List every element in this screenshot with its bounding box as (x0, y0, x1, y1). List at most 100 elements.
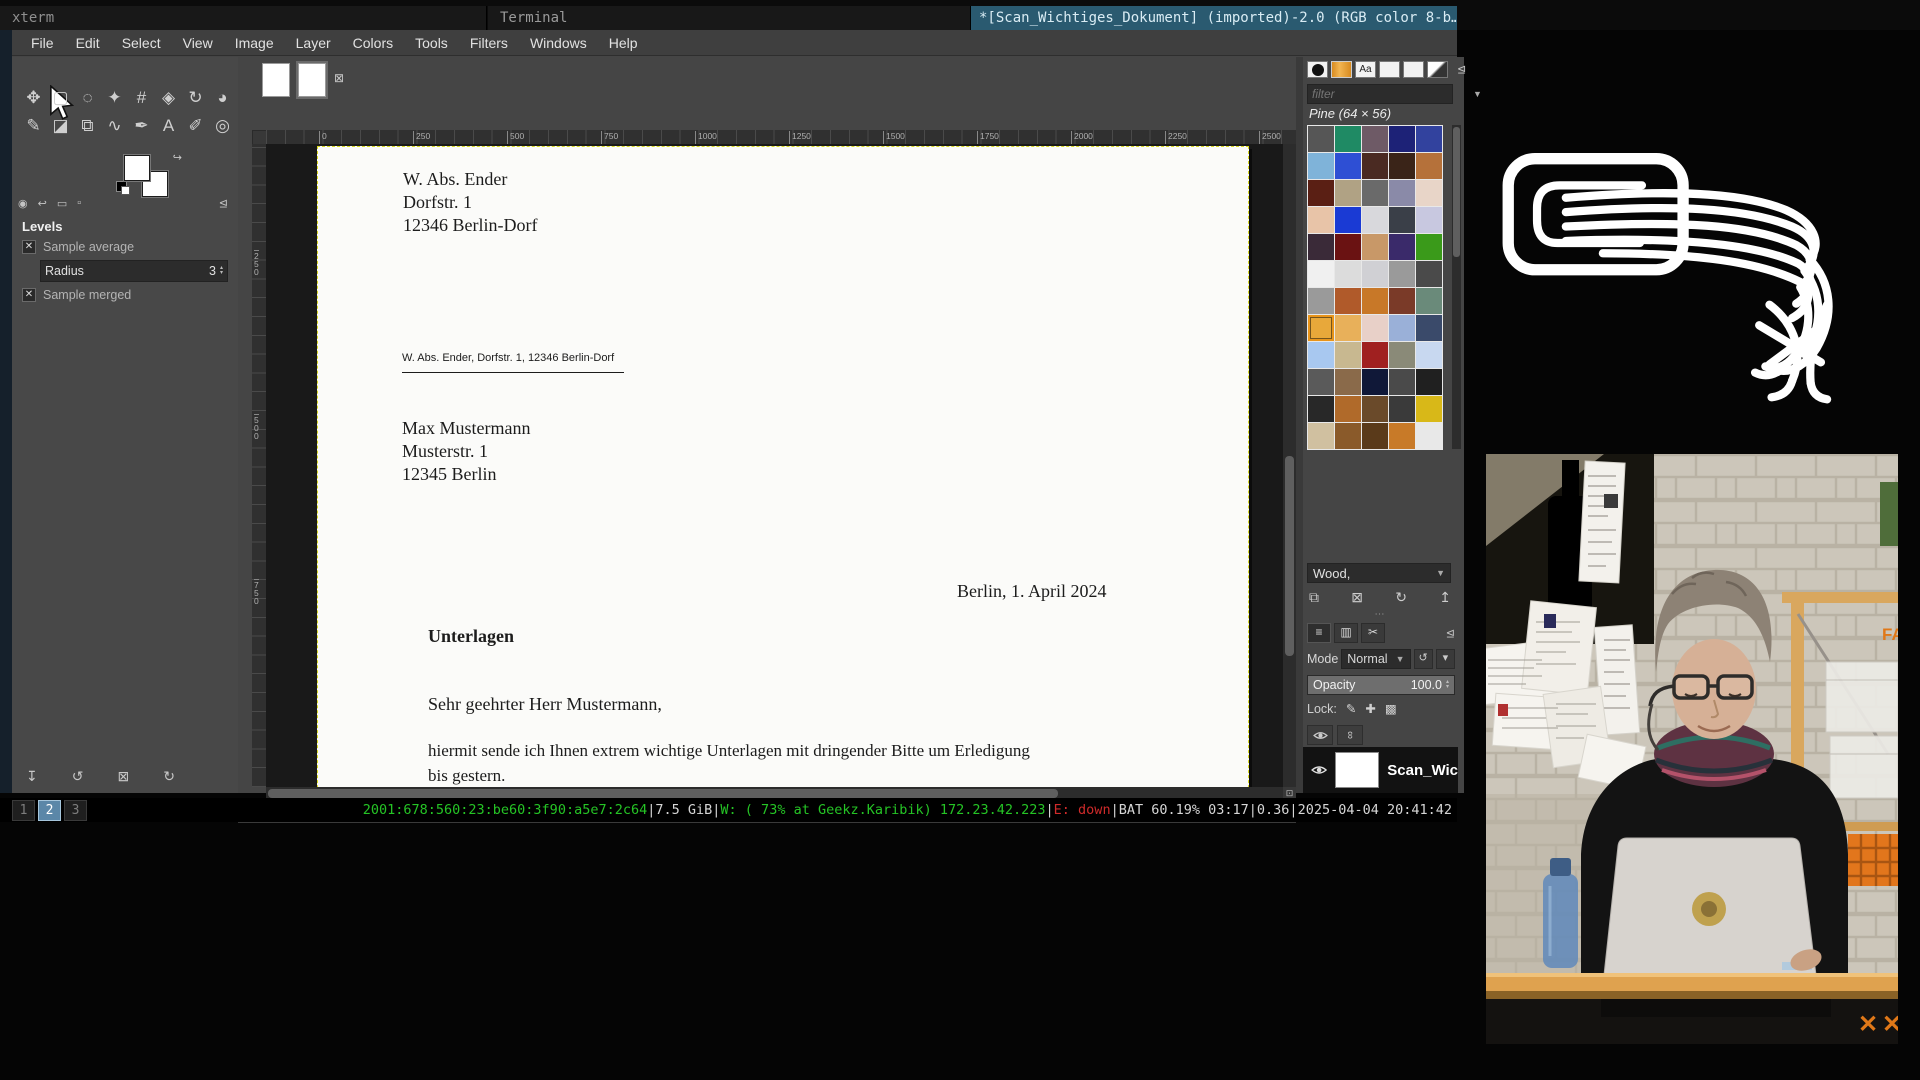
tab-paths-icon[interactable]: ✂ (1361, 623, 1385, 643)
menu-layer[interactable]: Layer (285, 35, 342, 51)
brush-select-dropdown[interactable]: Wood, ▼ (1307, 563, 1451, 583)
delete-tool-preset-icon[interactable]: ⊠ (117, 768, 129, 785)
swap-colors-icon[interactable]: ↪ (173, 151, 182, 164)
pattern-swatch[interactable] (1416, 207, 1442, 233)
menu-select[interactable]: Select (111, 35, 172, 51)
delete-pattern-icon[interactable]: ⊠ (1351, 589, 1363, 606)
workspace-1[interactable]: 1 (12, 800, 35, 821)
pattern-swatch[interactable] (1389, 423, 1415, 449)
smudge-tool-icon[interactable]: ∿ (101, 113, 128, 139)
pattern-swatch[interactable] (1416, 369, 1442, 395)
pattern-swatch[interactable] (1308, 396, 1334, 422)
ink-tool-icon[interactable]: ✒ (128, 113, 155, 139)
pattern-swatch[interactable] (1335, 342, 1361, 368)
pattern-swatch[interactable] (1416, 315, 1442, 341)
pattern-swatch[interactable] (1362, 153, 1388, 179)
pattern-swatch[interactable] (1362, 288, 1388, 314)
sample-average-row[interactable]: ✕ Sample average (22, 240, 228, 254)
menu-colors[interactable]: Colors (342, 35, 404, 51)
pattern-swatch[interactable] (1389, 342, 1415, 368)
menu-help[interactable]: Help (598, 35, 649, 51)
clone-tool-icon[interactable]: ⧉ (74, 113, 101, 139)
pattern-swatch[interactable] (1308, 234, 1334, 260)
menu-edit[interactable]: Edit (65, 35, 111, 51)
scrollbar-thumb[interactable] (1453, 127, 1460, 257)
pattern-swatch[interactable] (1335, 369, 1361, 395)
open-pattern-as-image-icon[interactable]: ↥ (1439, 589, 1451, 606)
visibility-header-icon[interactable] (1307, 725, 1333, 745)
pattern-swatch[interactable] (1416, 234, 1442, 260)
free-select-tool-icon[interactable]: ◌ (74, 85, 101, 111)
fuzzy-select-tool-icon[interactable]: ✦ (101, 85, 128, 111)
pattern-swatch[interactable] (1308, 315, 1334, 341)
pattern-swatch[interactable] (1416, 261, 1442, 287)
spinner-arrows-icon[interactable]: ▴▾ (220, 266, 223, 276)
mode-switch-icon[interactable]: ▾ (1436, 649, 1455, 669)
pattern-swatch[interactable] (1389, 261, 1415, 287)
fonts-tab-icon[interactable]: Aa (1355, 61, 1376, 78)
radius-spinbox[interactable]: Radius 3 ▴▾ (40, 260, 228, 282)
pattern-swatch[interactable] (1335, 315, 1361, 341)
wm-tab-terminal[interactable]: Terminal (488, 6, 971, 30)
foreground-color-swatch[interactable] (124, 155, 150, 181)
rectangle-select-tool-icon[interactable]: ▢ (47, 85, 74, 111)
menu-windows[interactable]: Windows (519, 35, 598, 51)
mode-dropdown[interactable]: Normal ▼ (1341, 649, 1410, 669)
refresh-patterns-icon[interactable]: ↻ (1395, 589, 1407, 606)
pattern-swatch[interactable] (1308, 423, 1334, 449)
undo-history-icon[interactable]: ↩ (38, 197, 47, 210)
pattern-swatch[interactable] (1362, 342, 1388, 368)
menu-file[interactable]: File (20, 35, 65, 51)
pattern-swatch[interactable] (1362, 423, 1388, 449)
tab-layers-icon[interactable]: ≡ (1307, 623, 1331, 643)
pattern-swatch[interactable] (1389, 234, 1415, 260)
opacity-slider[interactable]: Opacity 100.0 ▴▾ (1307, 675, 1455, 695)
bucket-fill-tool-icon[interactable]: ◕ (209, 85, 236, 111)
patterns-tab-icon-active[interactable] (1331, 61, 1352, 78)
buffers-tab-icon[interactable] (1403, 61, 1424, 78)
pattern-swatch[interactable] (1335, 423, 1361, 449)
duplicate-pattern-icon[interactable]: ⧉ (1309, 589, 1319, 606)
pattern-swatch[interactable] (1416, 126, 1442, 152)
sample-merged-row[interactable]: ✕ Sample merged (22, 288, 228, 302)
canvas-viewport[interactable]: W. Abs. Ender Dorfstr. 1 12346 Berlin-Do… (266, 144, 1296, 787)
pattern-swatch[interactable] (1335, 153, 1361, 179)
document-tab-icon[interactable] (1379, 61, 1400, 78)
pattern-swatch[interactable] (1308, 288, 1334, 314)
pattern-swatch[interactable] (1335, 180, 1361, 206)
dock-menu-icon[interactable]: ⊴ (1457, 63, 1466, 76)
image-tab-thumbnail-active[interactable] (298, 63, 326, 97)
pattern-swatch[interactable] (1308, 153, 1334, 179)
dock-menu-icon[interactable]: ⊴ (1446, 627, 1455, 640)
dock-resize-handle[interactable]: ⋯ (1303, 609, 1458, 620)
pattern-swatch[interactable] (1335, 261, 1361, 287)
pattern-swatch[interactable] (1362, 396, 1388, 422)
save-tool-preset-icon[interactable]: ↧ (26, 768, 38, 785)
image-tab-thumbnail[interactable] (262, 63, 290, 97)
default-colors-icon[interactable] (116, 181, 127, 192)
pattern-swatch[interactable] (1416, 180, 1442, 206)
vertical-scrollbar[interactable] (1283, 144, 1296, 787)
layer-thumbnail[interactable] (1335, 752, 1379, 788)
pattern-swatch[interactable] (1416, 288, 1442, 314)
pattern-swatch[interactable] (1308, 369, 1334, 395)
pattern-swatch[interactable] (1308, 126, 1334, 152)
pattern-swatch[interactable] (1308, 342, 1334, 368)
menu-image[interactable]: Image (224, 35, 285, 51)
eraser-tool-icon[interactable]: ◪ (47, 113, 74, 139)
pattern-swatch[interactable] (1362, 261, 1388, 287)
images-icon[interactable]: ▫ (77, 197, 81, 209)
pattern-filter-box[interactable]: ▼ (1307, 84, 1453, 104)
checkbox-checked-icon[interactable]: ✕ (22, 240, 36, 254)
menu-tools[interactable]: Tools (404, 35, 459, 51)
wm-tab-xterm[interactable]: xterm (0, 6, 487, 30)
checkbox-checked-icon[interactable]: ✕ (22, 288, 36, 302)
layer-name[interactable]: Scan_Wic (1387, 762, 1458, 779)
tool-options-icon[interactable]: ◉ (18, 197, 28, 210)
pattern-swatch[interactable] (1308, 207, 1334, 233)
layer-visibility-eye-icon[interactable] (1311, 764, 1327, 776)
pattern-swatch[interactable] (1308, 180, 1334, 206)
chain-header-icon[interactable]: ∞ (1337, 725, 1363, 745)
panel-menu-icon[interactable]: ⊴ (219, 197, 228, 210)
pattern-swatch[interactable] (1416, 342, 1442, 368)
